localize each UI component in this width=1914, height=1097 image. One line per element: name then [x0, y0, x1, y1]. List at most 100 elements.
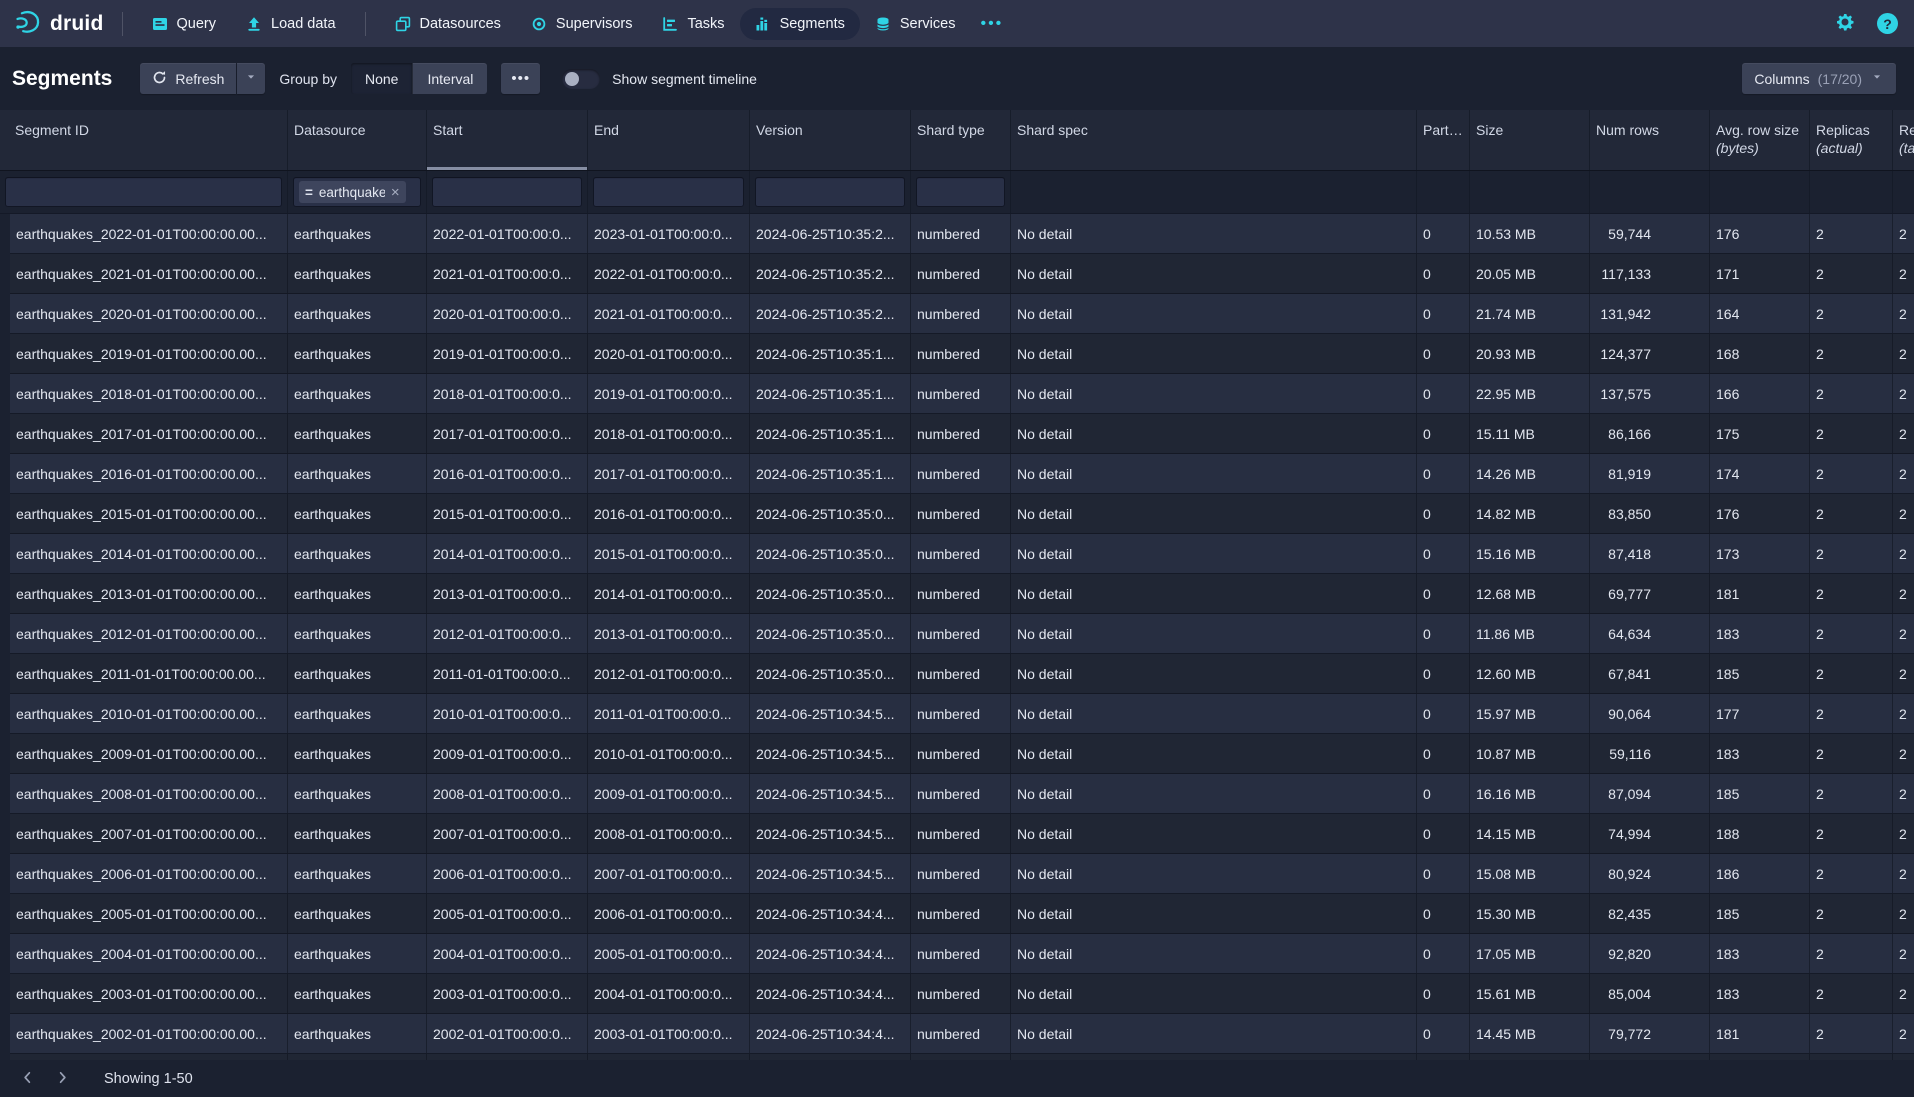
table-row[interactable]: earthquakes_2018-01-01T00:00:00.00...ear… — [10, 374, 1914, 414]
table-row[interactable]: earthquakes_2005-01-01T00:00:00.00...ear… — [10, 894, 1914, 934]
segments-icon — [755, 16, 771, 32]
toolbar-more-button[interactable]: ••• — [501, 63, 540, 94]
nav-item-load-data[interactable]: Load data — [231, 8, 351, 40]
remove-filter-icon[interactable]: × — [391, 185, 400, 200]
cell-partition: 0 — [1417, 694, 1470, 733]
table-row[interactable]: earthquakes_2015-01-01T00:00:00.00...ear… — [10, 494, 1914, 534]
nav-item-query[interactable]: Query — [137, 8, 232, 40]
table-row[interactable]: earthquakes_2011-01-01T00:00:00.00...ear… — [10, 654, 1914, 694]
table-row[interactable]: earthquakes_2022-01-01T00:00:00.00...ear… — [10, 214, 1914, 254]
cell-datasource: earthquakes — [288, 254, 427, 293]
refresh-button[interactable]: Refresh — [140, 63, 236, 94]
column-header-end[interactable]: End — [588, 110, 750, 170]
nav-item-tasks[interactable]: Tasks — [647, 8, 739, 40]
cell-shard_spec: No detail — [1011, 294, 1417, 333]
refresh-dropdown-button[interactable] — [237, 63, 265, 94]
column-header-replicas[interactable]: Replicas(actual) — [1810, 110, 1893, 170]
column-header-replication_factor[interactable]: Replication factor(target) — [1893, 110, 1914, 170]
nav-item-datasources[interactable]: Datasources — [380, 8, 516, 40]
cell-replicas: 2 — [1810, 774, 1893, 813]
services-icon — [875, 16, 891, 32]
filter-input-version[interactable] — [755, 177, 905, 207]
cell-datasource: earthquakes — [288, 534, 427, 573]
cell-version: 2024-06-25T10:34:4... — [750, 894, 911, 933]
cell-size: 22.95 MB — [1470, 374, 1590, 413]
column-header-version[interactable]: Version — [750, 110, 911, 170]
cell-id: earthquakes_2015-01-01T00:00:00.00... — [10, 494, 288, 533]
cell-end: 2023-01-01T00:00:0... — [588, 214, 750, 253]
column-header-partition[interactable]: Partition — [1417, 110, 1470, 170]
cell-partition: 0 — [1417, 494, 1470, 533]
table-row[interactable]: earthquakes_2008-01-01T00:00:00.00...ear… — [10, 774, 1914, 814]
prev-page-button[interactable] — [10, 1066, 45, 1092]
nav-more-button[interactable]: ••• — [972, 9, 1011, 39]
table-row[interactable]: earthquakes_2020-01-01T00:00:00.00...ear… — [10, 294, 1914, 334]
filter-input-shard_type[interactable] — [916, 177, 1005, 207]
app-logo[interactable]: druid — [14, 8, 104, 39]
cell-replication_factor: 2 — [1893, 774, 1914, 813]
group-by-option-none[interactable]: None — [351, 63, 412, 94]
filter-cell-avg_row_size — [1710, 171, 1810, 213]
cell-end: 2019-01-01T00:00:0... — [588, 374, 750, 413]
table-row[interactable]: earthquakes_2006-01-01T00:00:00.00...ear… — [10, 854, 1914, 894]
table-row[interactable]: earthquakes_2003-01-01T00:00:00.00...ear… — [10, 974, 1914, 1014]
cell-avg_row_size: 181 — [1710, 1014, 1810, 1053]
table-row[interactable]: earthquakes_2016-01-01T00:00:00.00...ear… — [10, 454, 1914, 494]
nav-item-segments[interactable]: Segments — [740, 8, 860, 40]
cell-size: 14.45 MB — [1470, 1014, 1590, 1053]
columns-button[interactable]: Columns (17/20) — [1742, 63, 1896, 94]
table-row[interactable]: earthquakes_2004-01-01T00:00:00.00...ear… — [10, 934, 1914, 974]
segment-timeline-toggle[interactable] — [562, 69, 600, 89]
chevron-right-icon — [55, 1070, 70, 1088]
table-row[interactable]: earthquakes_2012-01-01T00:00:00.00...ear… — [10, 614, 1914, 654]
load-data-icon — [246, 16, 262, 32]
cell-end: 2006-01-01T00:00:0... — [588, 894, 750, 933]
cell-avg_row_size: 181 — [1710, 574, 1810, 613]
cell-num_rows: 87,418 — [1590, 534, 1710, 573]
filter-input-datasource[interactable]: =earthquake× — [293, 177, 421, 207]
cell-replicas: 2 — [1810, 894, 1893, 933]
cell-id: earthquakes_2014-01-01T00:00:00.00... — [10, 534, 288, 573]
cell-avg_row_size: 176 — [1710, 214, 1810, 253]
column-header-shard_spec[interactable]: Shard spec — [1011, 110, 1417, 170]
column-header-id[interactable]: Segment ID — [0, 110, 288, 170]
cell-end: 2003-01-01T00:00:0... — [588, 1014, 750, 1053]
column-header-shard_type[interactable]: Shard type — [911, 110, 1011, 170]
table-row[interactable]: earthquakes_2010-01-01T00:00:00.00...ear… — [10, 694, 1914, 734]
cell-id: earthquakes_2019-01-01T00:00:00.00... — [10, 334, 288, 373]
table-row[interactable]: earthquakes_2014-01-01T00:00:00.00...ear… — [10, 534, 1914, 574]
cell-replicas: 2 — [1810, 254, 1893, 293]
cell-shard_type: numbered — [911, 534, 1011, 573]
cell-partition: 0 — [1417, 254, 1470, 293]
filter-input-end[interactable] — [593, 177, 744, 207]
table-row[interactable]: earthquakes_2013-01-01T00:00:00.00...ear… — [10, 574, 1914, 614]
filter-input-id[interactable] — [5, 177, 282, 207]
group-by-option-interval[interactable]: Interval — [412, 63, 487, 94]
cell-end: 2005-01-01T00:00:0... — [588, 934, 750, 973]
nav-item-services[interactable]: Services — [860, 8, 971, 40]
column-header-size[interactable]: Size — [1470, 110, 1590, 170]
table-row[interactable]: earthquakes_2007-01-01T00:00:00.00...ear… — [10, 814, 1914, 854]
table-row[interactable]: earthquakes_2009-01-01T00:00:00.00...ear… — [10, 734, 1914, 774]
cell-shard_spec: No detail — [1011, 1014, 1417, 1053]
help-button[interactable]: ? — [1875, 11, 1900, 36]
table-row[interactable]: earthquakes_2021-01-01T00:00:00.00...ear… — [10, 254, 1914, 294]
cell-size: 12.68 MB — [1470, 574, 1590, 613]
settings-button[interactable] — [1833, 10, 1857, 37]
column-header-num_rows[interactable]: Num rows — [1590, 110, 1710, 170]
cell-avg_row_size: 185 — [1710, 894, 1810, 933]
filter-input-start[interactable] — [432, 177, 582, 207]
cell-avg_row_size: 183 — [1710, 934, 1810, 973]
segments-table: Segment IDDatasourceStartEndVersionShard… — [0, 110, 1914, 1094]
cell-datasource: earthquakes — [288, 934, 427, 973]
next-page-button[interactable] — [45, 1066, 80, 1092]
table-row[interactable]: earthquakes_2002-01-01T00:00:00.00...ear… — [10, 1014, 1914, 1054]
nav-item-supervisors[interactable]: Supervisors — [516, 8, 648, 40]
column-header-datasource[interactable]: Datasource — [288, 110, 427, 170]
cell-version: 2024-06-25T10:35:0... — [750, 654, 911, 693]
column-header-start[interactable]: Start — [427, 110, 588, 170]
table-row[interactable]: earthquakes_2019-01-01T00:00:00.00...ear… — [10, 334, 1914, 374]
table-row[interactable]: earthquakes_2017-01-01T00:00:00.00...ear… — [10, 414, 1914, 454]
column-header-avg_row_size[interactable]: Avg. row size(bytes) — [1710, 110, 1810, 170]
filter-cell-size — [1470, 171, 1590, 213]
